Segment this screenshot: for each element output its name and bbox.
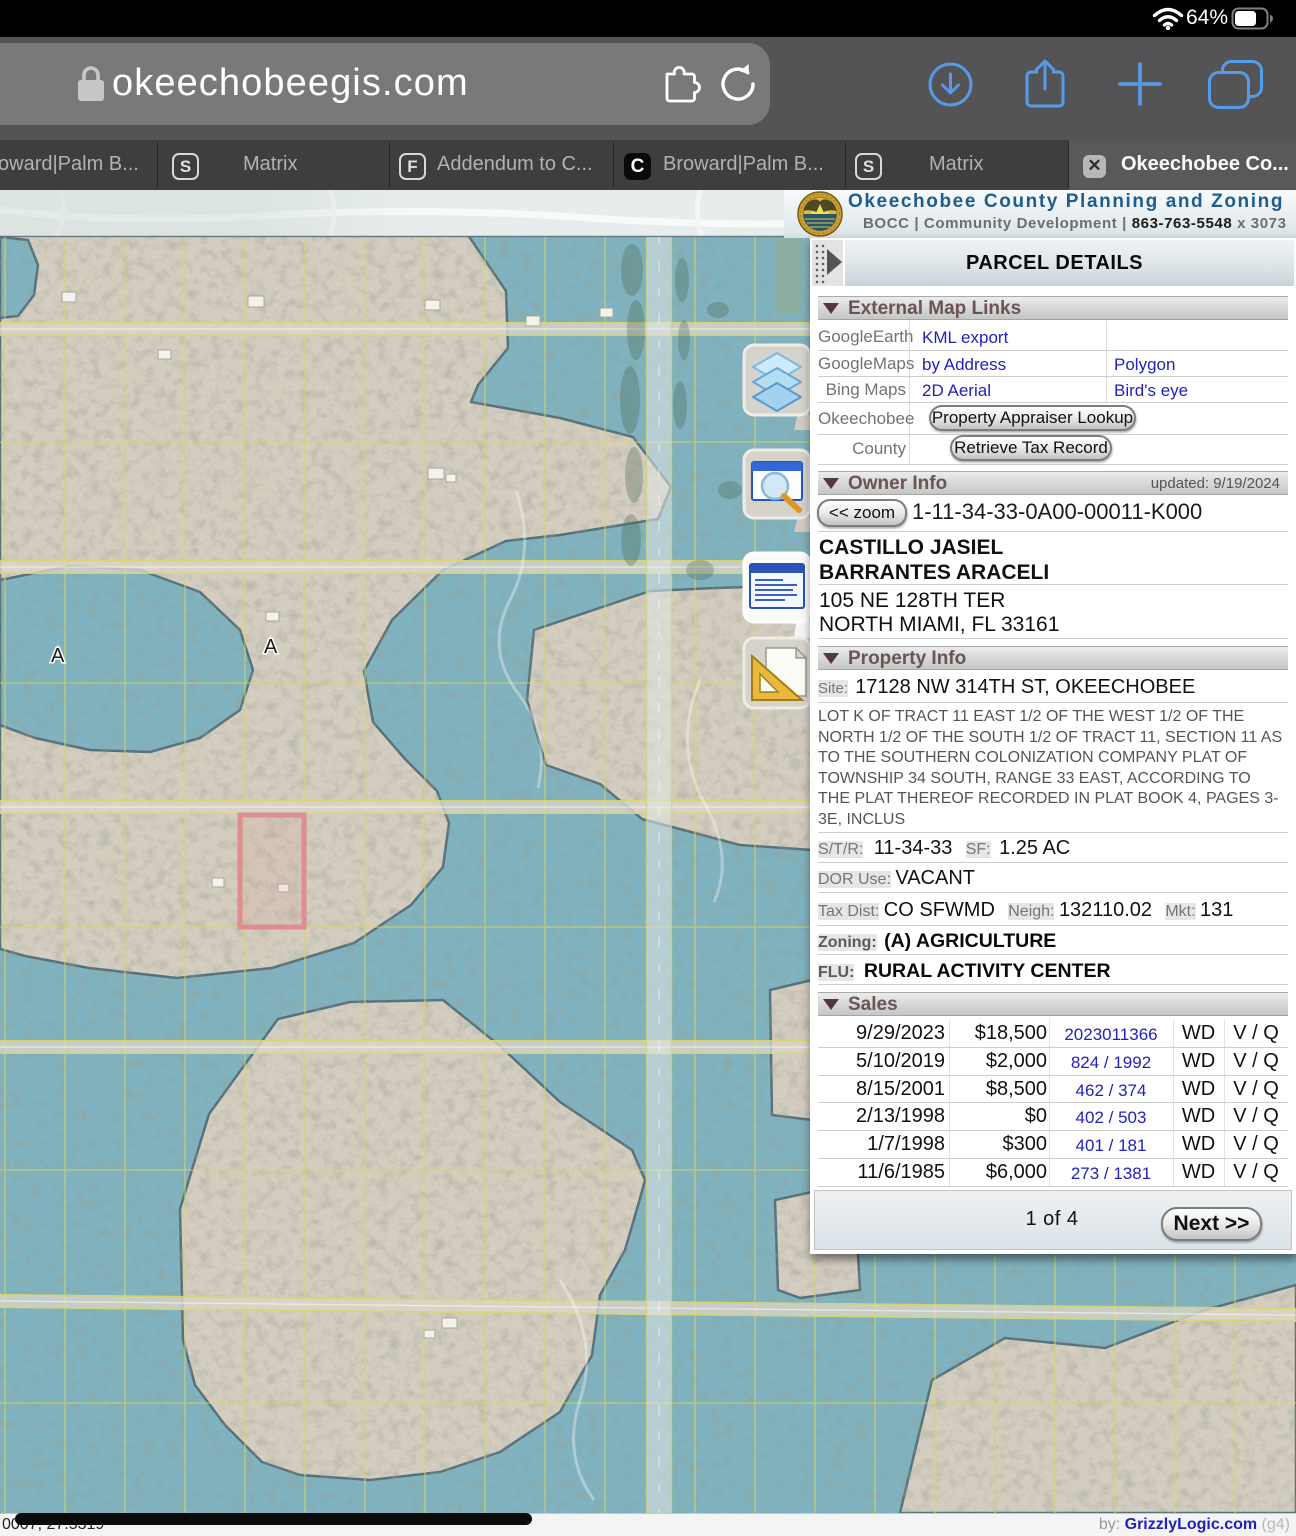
svg-text:A: A [51,645,65,667]
svg-text:A: A [264,636,278,658]
